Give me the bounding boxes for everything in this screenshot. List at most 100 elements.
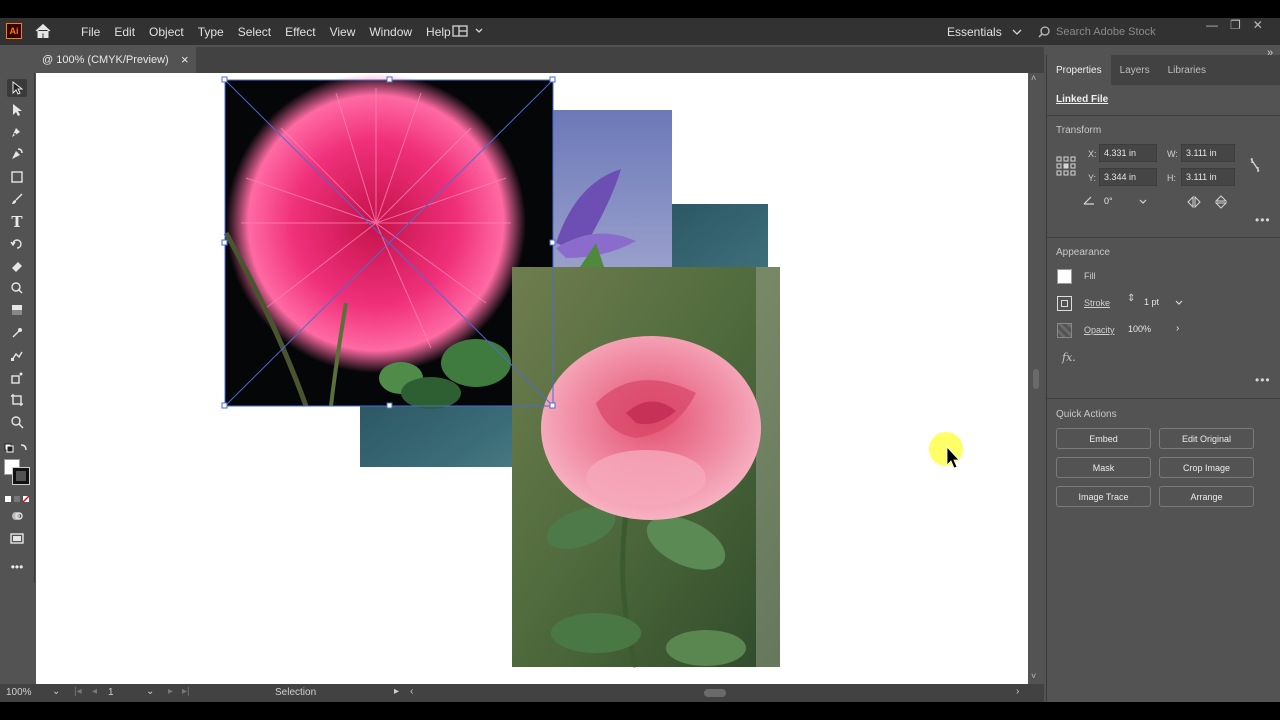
paintbrush-tool-icon[interactable] — [7, 190, 27, 208]
artboard-chevron-icon[interactable]: ⌄ — [146, 686, 154, 697]
linked-file-link[interactable]: Linked File — [1056, 94, 1108, 105]
type-tool-icon[interactable]: T — [7, 213, 27, 231]
shape-builder-tool-icon[interactable] — [7, 279, 27, 297]
artboard-tool-icon[interactable] — [7, 391, 27, 409]
arrange-button[interactable]: Arrange — [1159, 486, 1254, 507]
chevron-down-icon — [1175, 300, 1183, 305]
swap-fill-stroke-icon[interactable] — [3, 439, 31, 457]
next-artboard-icon[interactable]: ▸ — [168, 686, 173, 697]
search-input[interactable]: Search Adobe Stock — [1056, 26, 1156, 38]
close-icon[interactable]: × — [181, 52, 189, 67]
edit-original-button[interactable]: Edit Original — [1159, 428, 1254, 449]
restore-icon[interactable]: ❐ — [1230, 18, 1241, 38]
prev-artboard-icon[interactable]: ◂ — [92, 686, 97, 697]
panel-collapse-icon[interactable]: » — [1267, 47, 1273, 59]
minimize-icon[interactable]: — — [1206, 18, 1218, 38]
artboard-canvas[interactable] — [36, 73, 1028, 685]
rotate-tool-icon[interactable] — [7, 235, 27, 253]
tab-properties[interactable]: Properties — [1047, 55, 1111, 85]
embed-button[interactable]: Embed — [1056, 428, 1151, 449]
current-tool-label: Selection — [275, 687, 317, 698]
fx-button[interactable]: fx. — [1062, 351, 1076, 364]
color-mode-icons[interactable] — [3, 490, 31, 508]
w-field[interactable]: 3.111 in — [1181, 144, 1235, 162]
stroke-label[interactable]: Stroke — [1084, 298, 1110, 308]
x-field[interactable]: 4.331 in — [1099, 144, 1157, 162]
first-artboard-icon[interactable]: |◂ — [74, 686, 82, 697]
zoom-level[interactable]: 100% — [6, 687, 32, 698]
mask-button[interactable]: Mask — [1056, 457, 1151, 478]
curvature-tool-icon[interactable] — [7, 145, 27, 163]
flip-horizontal-icon[interactable] — [1186, 195, 1202, 209]
menu-view[interactable]: View — [323, 25, 363, 39]
divider — [1047, 398, 1280, 399]
rectangle-tool-icon[interactable] — [7, 168, 27, 186]
fill-stroke-swatch[interactable] — [4, 459, 30, 485]
crop-image-button[interactable]: Crop Image — [1159, 457, 1254, 478]
chevron-down-icon — [1139, 199, 1147, 204]
constrain-proportions-icon[interactable] — [1248, 156, 1262, 174]
screen-mode-icon[interactable] — [7, 529, 27, 547]
close-window-icon[interactable]: ✕ — [1253, 18, 1263, 38]
rotate-field[interactable]: 0° — [1099, 192, 1157, 210]
tab-layers[interactable]: Layers — [1111, 65, 1159, 76]
stroke-swatch[interactable] — [12, 467, 30, 485]
opacity-icon — [1057, 323, 1072, 338]
stroke-color-swatch[interactable] — [1057, 296, 1072, 311]
appearance-more-options-icon[interactable]: ••• — [1255, 373, 1271, 387]
zoom-tool-icon[interactable] — [7, 413, 27, 431]
image-trace-button[interactable]: Image Trace — [1056, 486, 1151, 507]
pen-tool-icon[interactable] — [7, 123, 27, 141]
scroll-up-icon[interactable]: ˄ — [1031, 73, 1036, 83]
scroll-left-icon[interactable]: ‹ — [410, 686, 413, 697]
workspace-label: Essentials — [947, 24, 1002, 39]
scroll-right-icon[interactable]: › — [1016, 686, 1019, 697]
document-tab[interactable]: @ 100% (CMYK/Preview) — [36, 47, 196, 73]
menu-window[interactable]: Window — [362, 25, 419, 39]
menu-file[interactable]: File — [74, 25, 107, 39]
opacity-label[interactable]: Opacity — [1084, 325, 1115, 335]
stroke-weight-stepper-icon[interactable]: ⇕ — [1127, 293, 1135, 304]
eyedropper-tool-icon[interactable] — [7, 324, 27, 342]
blend-tool-icon[interactable] — [7, 346, 27, 364]
menu-effect[interactable]: Effect — [278, 25, 322, 39]
opacity-field[interactable]: 100% › — [1123, 320, 1185, 338]
stroke-weight-field[interactable]: 1 pt — [1139, 293, 1185, 311]
drawing-modes-icon[interactable] — [7, 507, 27, 525]
flip-vertical-icon[interactable] — [1214, 194, 1228, 210]
h-field[interactable]: 3.111 in — [1181, 168, 1235, 186]
transform-more-options-icon[interactable]: ••• — [1255, 213, 1271, 227]
fill-color-swatch[interactable] — [1057, 269, 1072, 284]
horizontal-scroll-thumb[interactable] — [704, 689, 726, 697]
arrange-documents-icon[interactable] — [452, 24, 488, 38]
eraser-tool-icon[interactable] — [7, 257, 27, 275]
y-field[interactable]: 3.344 in — [1099, 168, 1157, 186]
last-artboard-icon[interactable]: ▸| — [182, 686, 190, 697]
search-stock[interactable]: Search Adobe Stock — [1032, 22, 1192, 41]
home-icon[interactable] — [34, 22, 52, 40]
menu-items: File Edit Object Type Select Effect View… — [74, 18, 458, 45]
reference-point-icon[interactable] — [1056, 156, 1076, 176]
scroll-thumb[interactable] — [1033, 369, 1039, 389]
app-logo: Ai — [6, 23, 22, 39]
zoom-chevron-icon[interactable]: ⌄ — [52, 686, 60, 697]
fill-label[interactable]: Fill — [1084, 271, 1096, 281]
edit-toolbar-icon[interactable]: ••• — [7, 558, 27, 576]
gradient-tool-icon[interactable] — [7, 301, 27, 319]
menu-edit[interactable]: Edit — [107, 25, 142, 39]
workspace-switcher[interactable]: Essentials — [947, 18, 1024, 45]
puff-flower-image[interactable] — [223, 73, 553, 409]
artboard-number[interactable]: 1 — [108, 687, 114, 698]
status-menu-icon[interactable]: ▸ — [394, 686, 399, 697]
menu-object[interactable]: Object — [142, 25, 191, 39]
selection-tool-icon[interactable] — [7, 79, 27, 97]
direct-selection-tool-icon[interactable] — [7, 101, 27, 119]
menu-type[interactable]: Type — [191, 25, 231, 39]
symbol-sprayer-tool-icon[interactable] — [7, 369, 27, 387]
canvas-vertical-scrollbar[interactable]: ˄ ˅ — [1028, 73, 1044, 685]
tools-panel: T ••• — [0, 73, 35, 583]
rose-image[interactable] — [512, 267, 780, 668]
scroll-down-icon[interactable]: ˅ — [1031, 671, 1036, 681]
menu-select[interactable]: Select — [231, 25, 278, 39]
tab-libraries[interactable]: Libraries — [1159, 65, 1215, 76]
